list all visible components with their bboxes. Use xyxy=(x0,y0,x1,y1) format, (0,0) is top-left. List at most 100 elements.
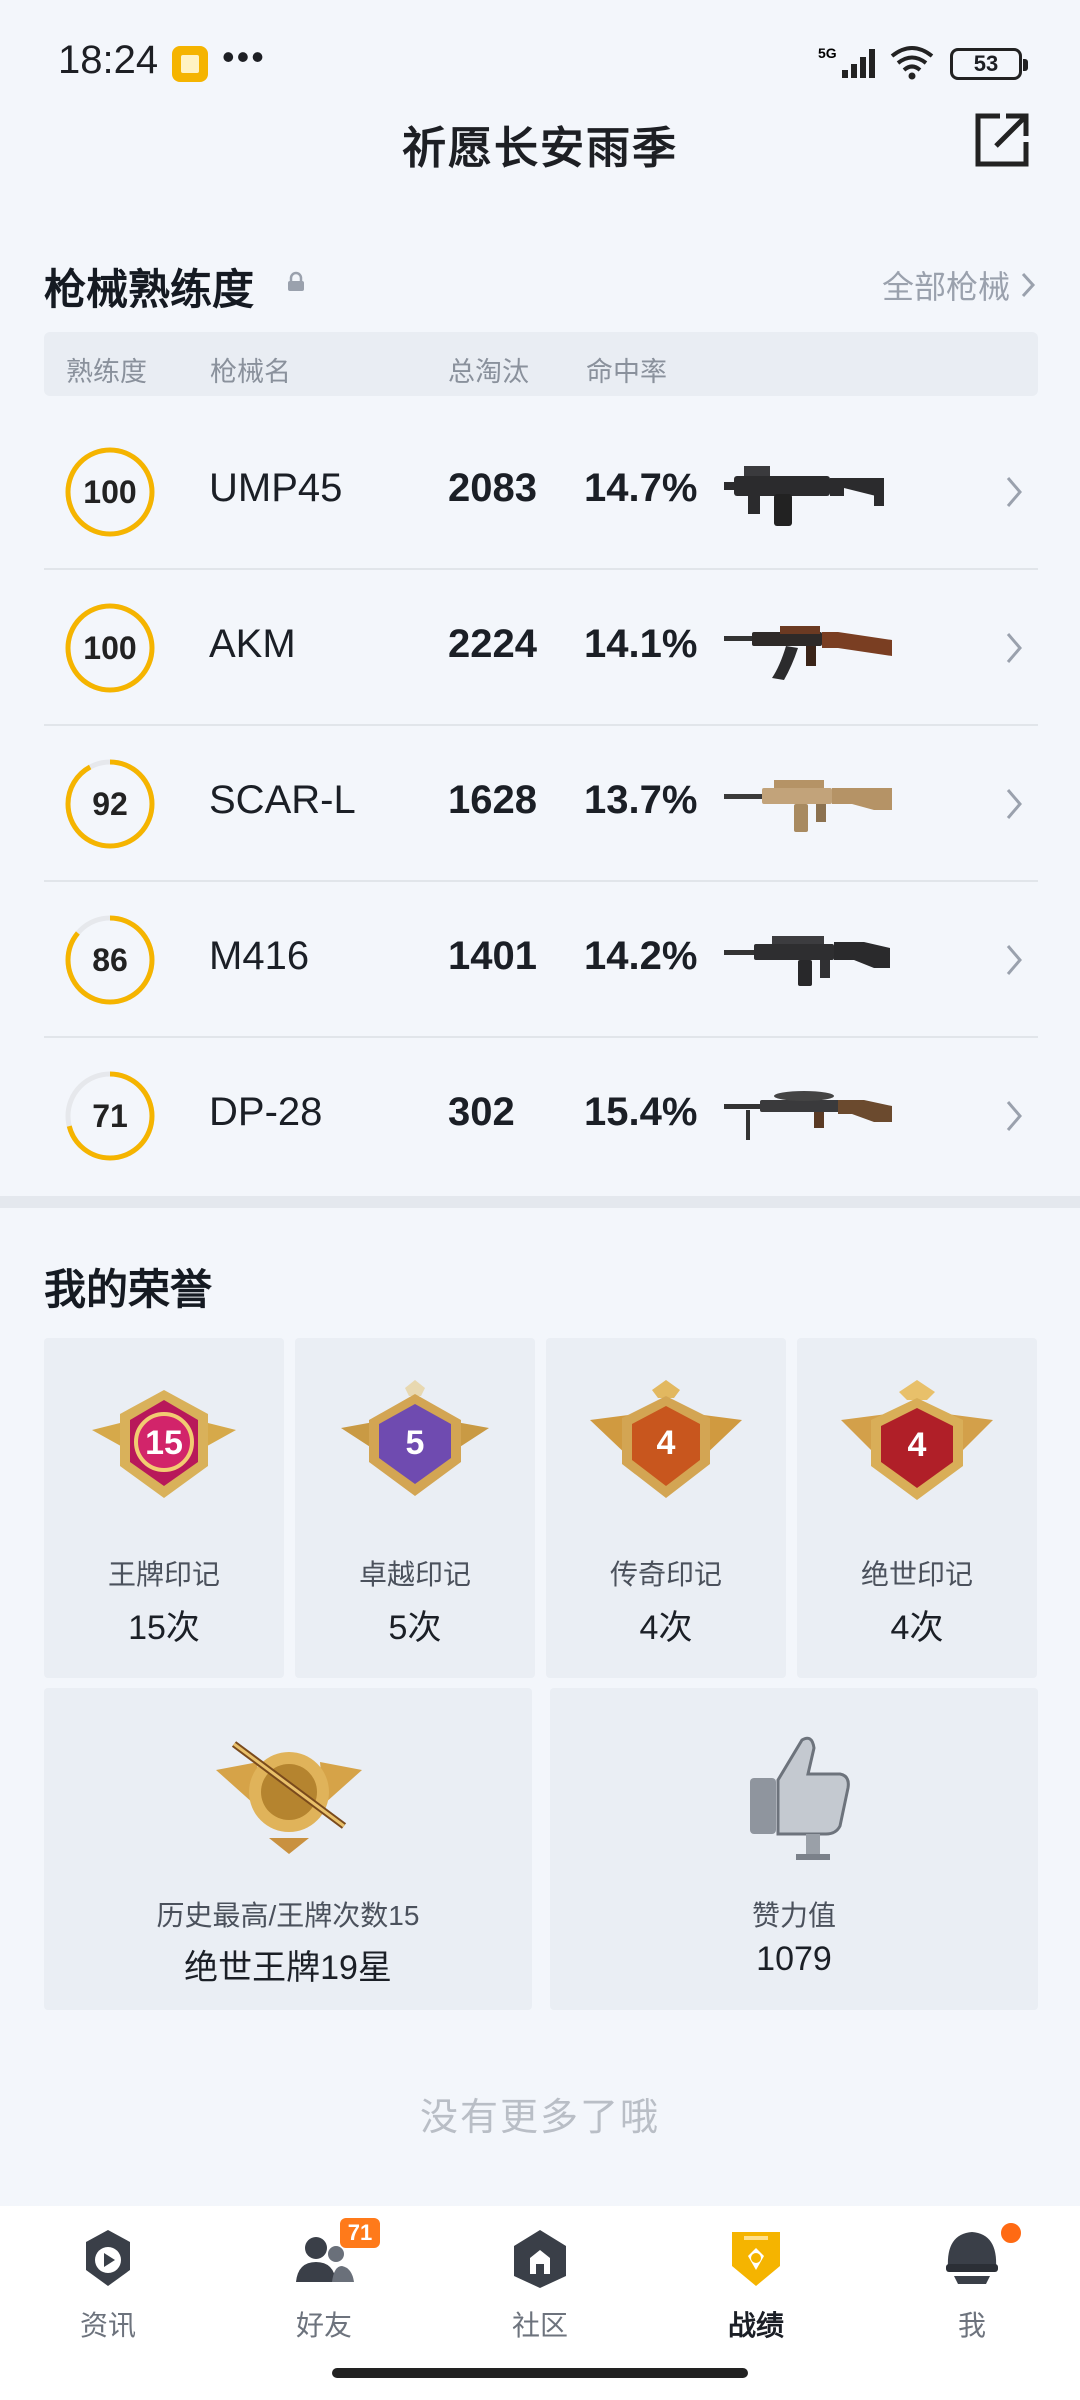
nav-item-profile[interactable]: 我 xyxy=(864,2206,1080,2356)
weapon-hit-rate: 14.7% xyxy=(584,466,698,510)
col-hit-rate: 命中率 xyxy=(586,357,667,387)
nav-label: 社区 xyxy=(511,2310,568,2341)
weapon-hit-rate: 15.4% xyxy=(584,1090,698,1134)
mastery-value: 100 xyxy=(83,474,137,510)
nav-label: 资讯 xyxy=(79,2310,136,2341)
weapon-row[interactable]: 100 AKM 2224 14.1% xyxy=(44,570,1038,726)
svg-text:4: 4 xyxy=(908,1426,927,1464)
weapon-hit-rate: 14.2% xyxy=(584,934,698,978)
wifi-icon xyxy=(890,46,934,80)
legend-emblem-icon: 4 xyxy=(590,1380,742,1498)
honor-card-ace[interactable]: 15 王牌印记 15次 xyxy=(44,1338,284,1678)
nav-item-community[interactable]: 社区 xyxy=(432,2206,648,2356)
excellence-emblem-icon: 5 xyxy=(341,1380,489,1496)
weapon-row[interactable]: 100 UMP45 2083 14.7% xyxy=(44,414,1038,570)
section-divider xyxy=(0,1196,1080,1208)
nav-item-record[interactable]: 战绩 xyxy=(648,2206,864,2356)
weapon-name: UMP45 xyxy=(209,466,343,510)
nav-label: 好友 xyxy=(295,2310,352,2341)
rifle-icon xyxy=(724,936,890,986)
nav-label: 我 xyxy=(957,2310,986,2341)
weapon-name: SCAR-L xyxy=(209,778,356,822)
mastery-value: 71 xyxy=(92,1098,128,1134)
rank-emblem-icon xyxy=(216,1741,362,1854)
honor-label: 传奇印记 xyxy=(609,1559,722,1590)
all-weapons-label: 全部枪械 xyxy=(881,269,1010,305)
honor-card-excellence[interactable]: 5 卓越印记 5次 xyxy=(295,1338,535,1678)
svg-text:5G: 5G xyxy=(818,45,837,61)
rifle-icon xyxy=(724,780,892,832)
honor-card-peerless[interactable]: 4 绝世印记 4次 xyxy=(797,1338,1037,1678)
highest-rank-value: 绝世王牌19星 xyxy=(184,1949,392,1987)
svg-text:4: 4 xyxy=(657,1424,676,1462)
mastery-value: 92 xyxy=(92,786,128,822)
chevron-right-icon xyxy=(1006,945,1022,975)
record-icon xyxy=(732,2232,780,2286)
col-kills: 总淘汰 xyxy=(448,357,529,387)
profile-icon xyxy=(946,2232,998,2284)
honor-label: 绝世印记 xyxy=(860,1559,973,1590)
highest-rank-card[interactable]: 历史最高/王牌次数15 绝世王牌19星 xyxy=(44,1688,532,2010)
weapon-kills: 1628 xyxy=(448,778,537,822)
weapon-name: AKM xyxy=(209,622,296,666)
honor-count: 5次 xyxy=(388,1609,442,1647)
page-title: 祈愿长安雨季 xyxy=(402,124,678,173)
community-icon xyxy=(514,2230,566,2288)
lock-icon xyxy=(288,271,304,291)
svg-text:15: 15 xyxy=(145,1424,183,1462)
honor-count: 4次 xyxy=(890,1609,944,1647)
home-indicator[interactable] xyxy=(332,2368,748,2378)
chevron-right-icon xyxy=(1021,272,1036,298)
nav-label: 战绩 xyxy=(727,2310,784,2341)
weapon-table-header: 熟练度 枪械名 总淘汰 命中率 xyxy=(44,332,1038,396)
weapon-kills: 2083 xyxy=(448,466,537,510)
honor-label: 王牌印记 xyxy=(107,1559,220,1590)
likes-value: 1079 xyxy=(756,1940,832,1978)
weapon-kills: 1401 xyxy=(448,934,537,978)
chevron-right-icon xyxy=(1006,477,1022,507)
honor-count: 4次 xyxy=(639,1609,693,1647)
smg-icon xyxy=(724,466,884,526)
status-time: 18:24 xyxy=(58,38,159,82)
chevron-right-icon xyxy=(1006,1101,1022,1131)
honor-label: 卓越印记 xyxy=(358,1559,471,1590)
likes-card[interactable]: 赞力值 1079 xyxy=(550,1688,1038,2010)
honor-card-legend[interactable]: 4 传奇印记 4次 xyxy=(546,1338,786,1678)
rifle-icon xyxy=(724,626,892,680)
weapon-hit-rate: 13.7% xyxy=(584,778,698,822)
chevron-right-icon xyxy=(1006,789,1022,819)
nav-item-news[interactable]: 资讯 xyxy=(0,2206,216,2356)
status-more: ••• xyxy=(222,36,266,77)
notification-dot xyxy=(998,2220,1024,2246)
weapon-name: M416 xyxy=(209,934,310,978)
likes-label: 赞力值 xyxy=(751,1900,836,1931)
weapon-kills: 2224 xyxy=(448,622,537,666)
chevron-right-icon xyxy=(1006,633,1022,663)
weapon-kills: 302 xyxy=(448,1090,515,1134)
battery-indicator: 53 xyxy=(950,48,1028,80)
no-more-text: 没有更多了哦 xyxy=(419,2097,660,2139)
all-weapons-link[interactable]: 全部枪械 xyxy=(882,262,1036,308)
nav-item-friends[interactable]: 71 好友 xyxy=(216,2206,432,2356)
share-button[interactable] xyxy=(972,110,1032,170)
svg-text:5: 5 xyxy=(406,1424,425,1462)
mastery-value: 100 xyxy=(83,630,137,666)
ace-emblem-icon: 15 xyxy=(92,1390,236,1498)
mastery-value: 86 xyxy=(92,942,128,978)
weapon-row[interactable]: 92 SCAR-L 1628 13.7% xyxy=(44,726,1038,882)
weapon-row[interactable]: 86 M416 1401 14.2% xyxy=(44,882,1038,1038)
status-bar: 18:24 ••• 5G 53 xyxy=(0,0,1080,120)
machine-gun-icon xyxy=(724,1091,892,1140)
friends-badge: 71 xyxy=(340,2218,380,2248)
app-notification-icon xyxy=(172,46,208,82)
signal-icon: 5G xyxy=(818,45,875,78)
col-name: 枪械名 xyxy=(210,357,291,387)
highest-rank-label: 历史最高/王牌次数15 xyxy=(156,1900,420,1931)
thumbs-up-icon xyxy=(750,1736,850,1860)
weapon-name: DP-28 xyxy=(209,1090,323,1134)
weapon-hit-rate: 14.1% xyxy=(584,622,698,666)
news-icon xyxy=(86,2230,130,2286)
peerless-emblem-icon: 4 xyxy=(841,1380,993,1500)
weapon-row[interactable]: 71 DP-28 302 15.4% xyxy=(44,1038,1038,1194)
honor-section-title: 我的荣誉 xyxy=(44,1266,213,1313)
